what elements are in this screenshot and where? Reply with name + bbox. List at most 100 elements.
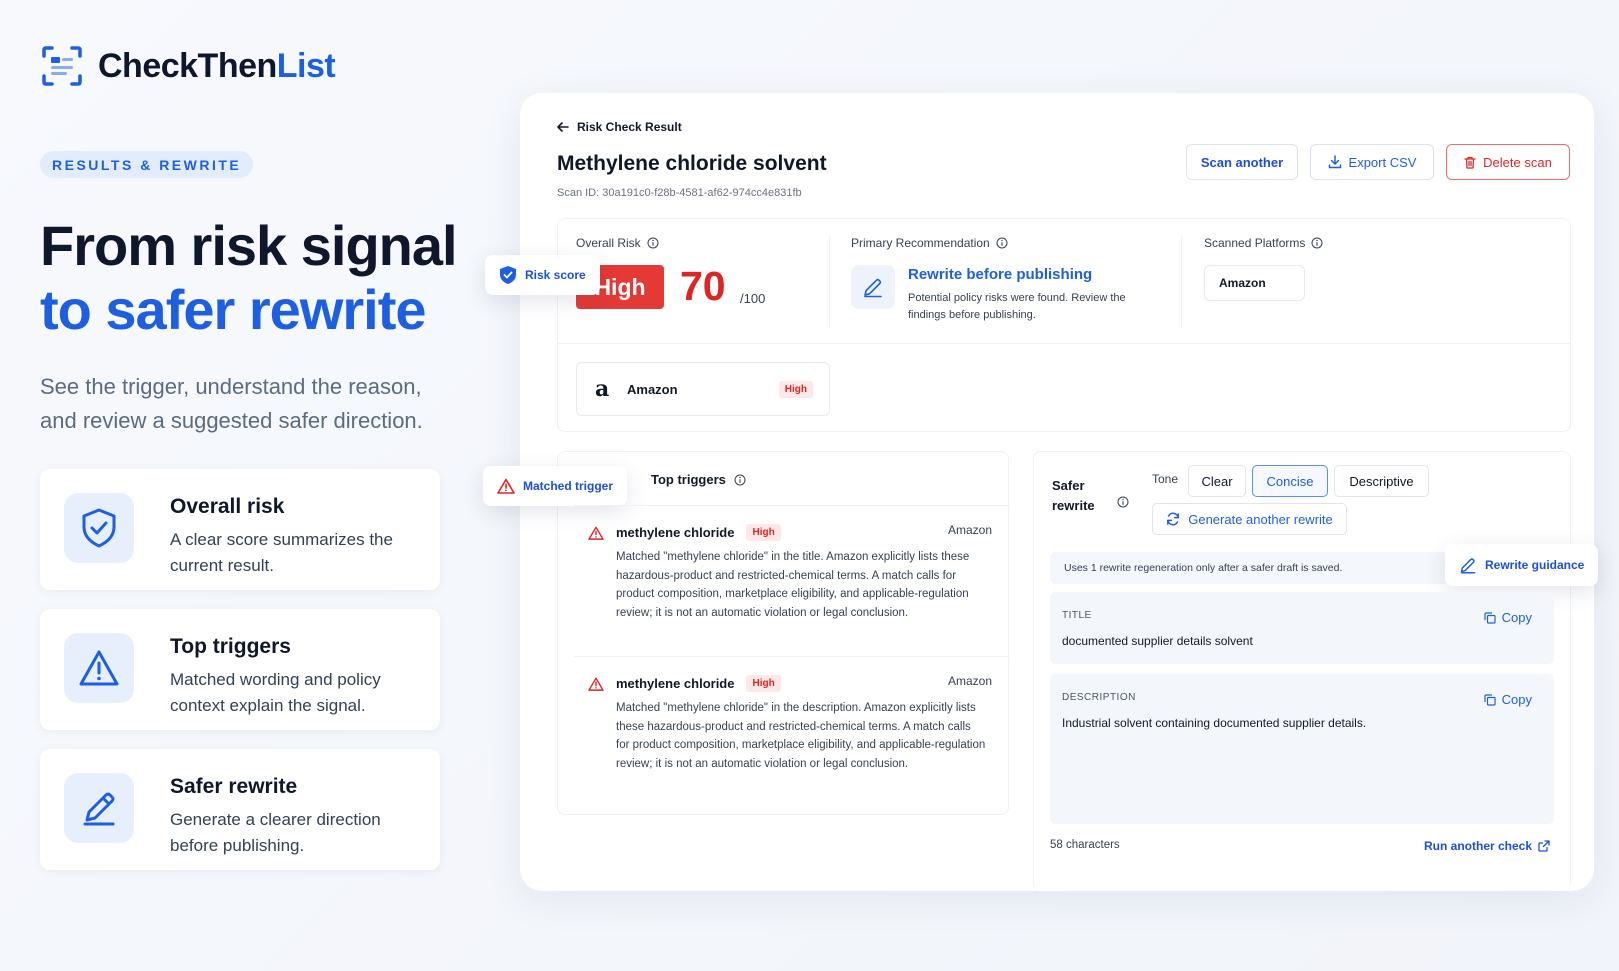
- copy-icon: [1484, 693, 1496, 706]
- trigger-term: methylene chloride High: [616, 524, 781, 541]
- risk-score-max: /100: [740, 291, 766, 306]
- feature-desc: Matched wording and policy context expla…: [170, 670, 381, 715]
- copy-description-button[interactable]: Copy: [1484, 692, 1532, 707]
- tone-option-descriptive[interactable]: Descriptive: [1334, 465, 1429, 497]
- feature-card-overall-risk: Overall risk A clear score summarizes th…: [40, 469, 440, 590]
- risk-badge: High: [778, 380, 813, 398]
- platform-name: Amazon: [627, 381, 678, 397]
- refresh-icon: [1167, 512, 1180, 526]
- trigger-item[interactable]: methylene chloride High Amazon Matched "…: [574, 656, 1010, 808]
- platform-chip-amazon[interactable]: Amazon: [1204, 265, 1305, 301]
- scan-id: Scan ID: 30a191c0-f28b-4581-af62-974cc4e…: [557, 187, 802, 199]
- primary-recommendation-label-text: Primary Recommendation: [851, 236, 990, 250]
- delete-scan-label: Delete scan: [1483, 154, 1552, 170]
- trigger-platform: Amazon: [947, 523, 992, 537]
- headline-line-1: From risk signal: [40, 214, 458, 277]
- scanned-platforms-label: Scanned Platforms: [1204, 236, 1323, 250]
- warning-icon: [497, 478, 515, 494]
- trigger-term-text: methylene chloride: [616, 676, 735, 691]
- info-icon[interactable]: [1311, 237, 1323, 249]
- trash-icon: [1464, 156, 1476, 169]
- pencil-edit-icon: [83, 792, 115, 826]
- feature-desc: Generate a clearer direction before publ…: [170, 810, 381, 855]
- warning-icon: [588, 677, 604, 691]
- risk-score-tag: Risk score: [485, 255, 600, 295]
- column-divider: [1181, 235, 1182, 327]
- trigger-term-text: methylene chloride: [616, 525, 735, 540]
- warning-icon: [588, 526, 604, 540]
- back-link[interactable]: Risk Check Result: [557, 120, 682, 134]
- external-link-icon: [1538, 840, 1550, 852]
- copy-label: Copy: [1501, 610, 1532, 625]
- recommendation-icon-box: [851, 265, 895, 309]
- run-another-check-link[interactable]: Run another check: [1424, 839, 1550, 853]
- info-icon[interactable]: [734, 474, 746, 486]
- amazon-logo-icon: a: [595, 376, 610, 402]
- overall-risk-label: Overall Risk: [576, 236, 659, 250]
- rewrite-guidance-tag-label: Rewrite guidance: [1485, 558, 1585, 572]
- description-field-value[interactable]: Industrial solvent containing documented…: [1062, 716, 1366, 730]
- shield-icon: [500, 266, 516, 284]
- download-icon: [1328, 155, 1341, 169]
- generate-another-rewrite-button[interactable]: Generate another rewrite: [1152, 503, 1347, 535]
- top-triggers-heading: Top triggers: [651, 472, 746, 487]
- trigger-item[interactable]: methylene chloride High Amazon Matched "…: [574, 505, 1010, 655]
- safer-rewrite-label: Safer rewrite: [1052, 478, 1095, 513]
- rewrite-guidance-tag: Rewrite guidance: [1445, 544, 1599, 586]
- scan-another-label: Scan another: [1200, 154, 1284, 170]
- run-another-check-label: Run another check: [1424, 839, 1533, 853]
- risk-badge: High: [746, 675, 781, 692]
- trigger-desc: Matched "methylene chloride" in the titl…: [616, 551, 970, 619]
- warning-triangle-icon: [79, 650, 119, 686]
- delete-scan-button[interactable]: Delete scan: [1446, 144, 1570, 180]
- rewrite-description-field: DESCRIPTION Industrial solvent containin…: [1050, 674, 1554, 824]
- page-title: Methylene chloride solvent: [557, 152, 827, 175]
- scan-another-button[interactable]: Scan another: [1186, 144, 1298, 180]
- matched-trigger-tag: Matched trigger: [483, 466, 628, 506]
- pencil-icon: [864, 278, 882, 298]
- column-divider: [829, 235, 830, 327]
- tone-label: Tone: [1152, 472, 1179, 486]
- feature-title: Safer rewrite: [170, 775, 298, 798]
- copy-icon: [1484, 611, 1496, 624]
- export-csv-button[interactable]: Export CSV: [1310, 144, 1434, 180]
- risk-badge: High: [746, 524, 781, 541]
- trigger-desc: Matched "methylene chloride" in the desc…: [616, 702, 986, 770]
- recommendation-title: Rewrite before publishing: [908, 266, 1093, 283]
- export-csv-label: Export CSV: [1348, 154, 1417, 170]
- logo-mark-icon: [42, 46, 82, 86]
- risk-score-value: 70: [680, 263, 726, 309]
- info-icon[interactable]: [996, 237, 1008, 249]
- back-link-label: Risk Check Result: [577, 120, 682, 134]
- overall-risk-label-text: Overall Risk: [576, 236, 641, 250]
- feature-card-safer-rewrite: Safer rewrite Generate a clearer directi…: [40, 749, 440, 870]
- top-triggers-heading-text: Top triggers: [651, 472, 726, 487]
- brand-logo: CheckThenList: [40, 44, 336, 88]
- matched-trigger-tag-label: Matched trigger: [523, 479, 614, 493]
- tone-option-concise[interactable]: Concise: [1252, 465, 1328, 497]
- feature-card-top-triggers: Top triggers Matched wording and policy …: [40, 609, 440, 730]
- arrow-left-icon: [557, 122, 569, 132]
- hero-headline: From risk signal to safer rewrite: [40, 214, 480, 342]
- risk-score-tag-label: Risk score: [525, 268, 586, 282]
- trigger-term: methylene chloride High: [616, 675, 781, 692]
- info-icon[interactable]: [1117, 496, 1129, 508]
- tone-option-clear[interactable]: Clear: [1188, 465, 1246, 497]
- feature-icon-box: [64, 633, 134, 703]
- feature-title: Top triggers: [170, 635, 291, 658]
- headline-line-2: to safer rewrite: [40, 278, 427, 341]
- platform-result-row[interactable]: a Amazon High: [576, 362, 830, 416]
- scanned-platforms-label-text: Scanned Platforms: [1204, 236, 1306, 250]
- copy-title-button[interactable]: Copy: [1484, 610, 1532, 625]
- feature-title: Overall risk: [170, 495, 285, 518]
- summary-divider: [557, 343, 1571, 344]
- generate-another-rewrite-label: Generate another rewrite: [1188, 511, 1333, 527]
- section-eyebrow: RESULTS & REWRITE: [40, 151, 254, 178]
- info-icon[interactable]: [647, 237, 659, 249]
- recommendation-desc: Potential policy risks were found. Revie…: [908, 292, 1126, 321]
- pencil-icon: [1460, 558, 1476, 574]
- feature-desc: A clear score summarizes the current res…: [170, 530, 393, 575]
- title-field-value[interactable]: documented supplier details solvent: [1062, 634, 1253, 648]
- feature-icon-box: [64, 773, 134, 843]
- hero-subhead: See the trigger, understand the reason, …: [40, 374, 423, 433]
